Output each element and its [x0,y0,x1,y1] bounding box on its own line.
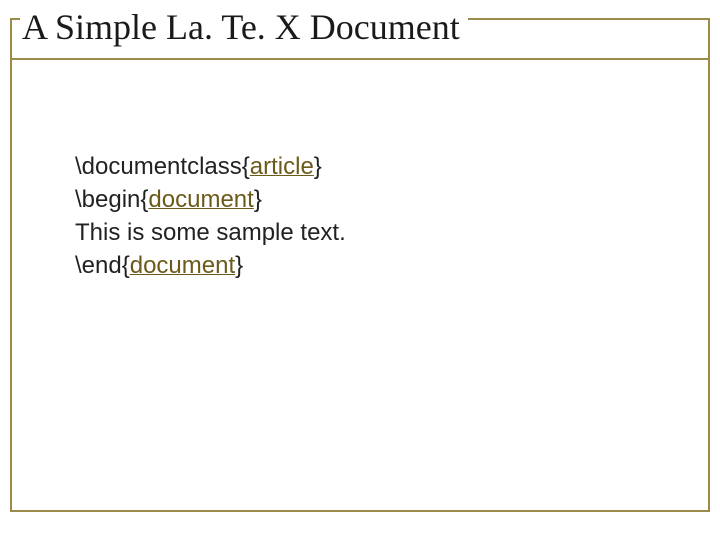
cmd-arg: article [250,153,314,180]
code-line-2: \begin{document} [75,183,346,216]
slide-title: A Simple La. Te. X Document [20,6,468,48]
cmd-end: } [254,186,262,213]
cmd-text: \end{ [75,252,130,279]
cmd-end: } [235,252,243,279]
cmd-arg: document [130,252,235,279]
cmd-end: } [314,153,322,180]
code-line-1: \documentclass{article} [75,150,346,183]
code-line-3: This is some sample text. [75,216,346,249]
slide: A Simple La. Te. X Document \documentcla… [0,0,720,540]
code-block: \documentclass{article} \begin{document}… [75,150,346,282]
cmd-text: \documentclass{ [75,153,250,180]
cmd-text: \begin{ [75,186,148,213]
cmd-arg: document [148,186,253,213]
code-line-4: \end{document} [75,249,346,282]
title-underline [12,58,708,60]
